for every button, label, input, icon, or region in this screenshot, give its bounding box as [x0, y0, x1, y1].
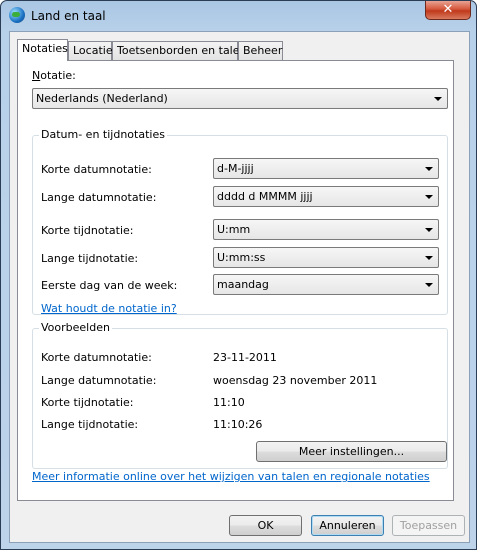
example-korte-datum-label: Korte datumnotatie: [41, 351, 152, 364]
korte-datum-label: Korte datumnotatie: [41, 163, 152, 176]
example-lange-tijd-label: Lange tijdnotatie: [41, 418, 139, 431]
notatie-select-value: Nederlands (Nederland) [36, 92, 168, 105]
formats-group-title: Datum- en tijdnotaties [39, 128, 167, 141]
tab-locatie[interactable]: Locatie [68, 41, 113, 60]
tab-panel-notaties: Notatie: Nederlands (Nederland) Datum- e… [17, 60, 454, 501]
title-bar[interactable]: Land en taal ✕ [1, 1, 476, 31]
more-settings-button[interactable]: Meer instellingen... [256, 441, 447, 462]
korte-datum-select[interactable]: d-M-jjjj [213, 158, 439, 179]
lange-tijd-label: Lange tijdnotatie: [41, 252, 139, 265]
chevron-down-icon [425, 167, 433, 171]
lange-tijd-value: U:mm:ss [217, 251, 266, 264]
example-lange-datum-value: woensdag 23 november 2011 [213, 374, 378, 387]
tab-notaties[interactable]: Notaties [17, 39, 68, 61]
example-lange-datum-label: Lange datumnotatie: [41, 374, 157, 387]
eerste-dag-value: maandag [217, 278, 269, 291]
example-lange-tijd-value: 11:10:26 [213, 418, 263, 431]
lange-datum-label: Lange datumnotatie: [41, 191, 157, 204]
chevron-down-icon [425, 283, 433, 287]
notatie-label: Notatie: [32, 69, 76, 82]
chevron-down-icon [425, 256, 433, 260]
korte-tijd-value: U:mm [217, 223, 251, 236]
examples-group-title: Voorbeelden [39, 321, 112, 334]
window-title: Land en taal [31, 9, 106, 23]
globe-icon [9, 7, 25, 23]
korte-tijd-select[interactable]: U:mm [213, 219, 439, 240]
tab-toetsenborden[interactable]: Toetsenborden en talen [112, 41, 246, 60]
example-korte-tijd-label: Korte tijdnotatie: [41, 396, 134, 409]
dialog-client: Notaties Locatie Toetsenborden en talen … [9, 31, 470, 543]
lange-datum-select[interactable]: dddd d MMMM jjjj [213, 186, 439, 207]
chevron-down-icon [425, 195, 433, 199]
lange-tijd-select[interactable]: U:mm:ss [213, 247, 439, 268]
notatie-select[interactable]: Nederlands (Nederland) [32, 88, 448, 109]
notatie-help-link[interactable]: Wat houdt de notatie in? [41, 302, 177, 315]
apply-button[interactable]: Toepassen [392, 515, 465, 536]
korte-tijd-label: Korte tijdnotatie: [41, 224, 134, 237]
ok-button[interactable]: OK [229, 515, 302, 536]
dialog-window: Land en taal ✕ Notaties Locatie Toetsenb… [0, 0, 477, 550]
eerste-dag-select[interactable]: maandag [213, 274, 439, 295]
chevron-down-icon [425, 228, 433, 232]
close-button[interactable]: ✕ [425, 1, 471, 20]
example-korte-datum-value: 23-11-2011 [213, 351, 277, 364]
tab-beheer[interactable]: Beheer [238, 41, 283, 60]
lange-datum-value: dddd d MMMM jjjj [217, 190, 313, 203]
example-korte-tijd-value: 11:10 [213, 396, 245, 409]
korte-datum-value: d-M-jjjj [217, 162, 254, 175]
eerste-dag-label: Eerste dag van de week: [41, 279, 178, 292]
more-info-link[interactable]: Meer informatie online over het wijzigen… [32, 470, 430, 483]
chevron-down-icon [434, 97, 442, 101]
cancel-button[interactable]: Annuleren [311, 515, 384, 536]
notatie-label-text: otatie: [40, 69, 76, 82]
